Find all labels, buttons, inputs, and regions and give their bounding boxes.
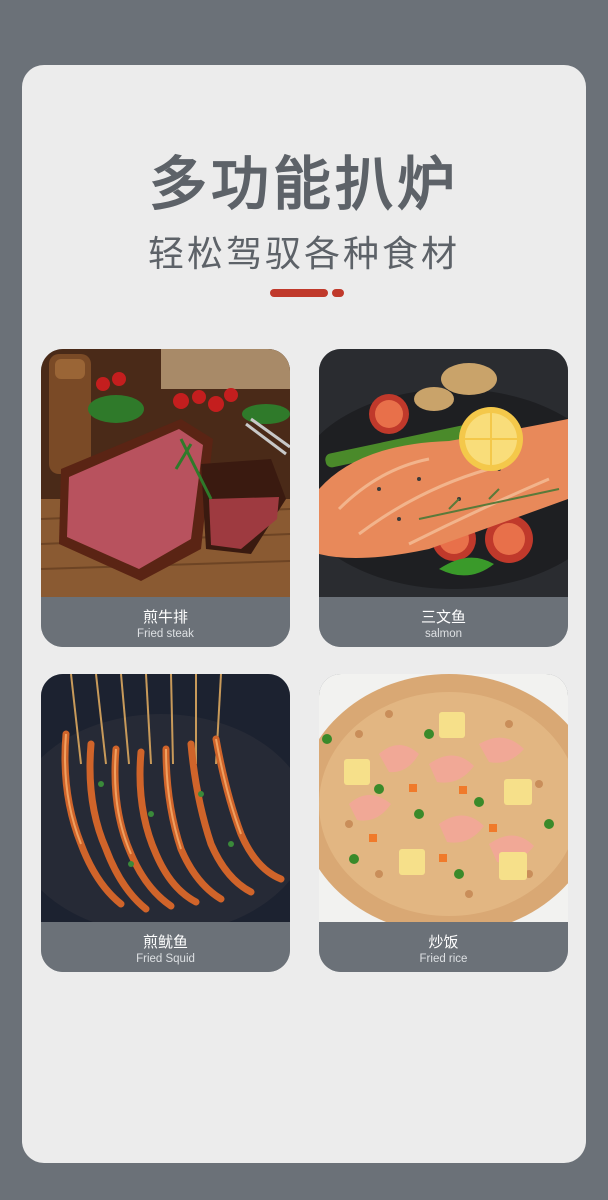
food-name-en: Fried rice [419, 953, 468, 965]
page-subtitle: 轻松驾驭各种食材 [147, 234, 460, 275]
divider-bar-short [332, 289, 344, 297]
food-name-en: Fried Squid [136, 953, 195, 965]
food-name-en: Fried steak [137, 628, 194, 640]
food-name-zh: 三文鱼 [420, 608, 466, 626]
steak-photo [41, 349, 290, 597]
food-card-salmon[interactable]: 三文鱼 salmon [319, 349, 568, 647]
food-card-squid[interactable]: 煎鱿鱼 Fried Squid [41, 674, 290, 972]
food-name-en: salmon [424, 628, 463, 640]
food-name-zh: 煎鱿鱼 [142, 933, 188, 951]
fried-rice-photo [319, 674, 568, 922]
squid-skewers-photo [41, 674, 290, 922]
food-name-zh: 炒饭 [428, 933, 459, 951]
title-divider [270, 289, 344, 297]
food-caption: 煎牛排 Fried steak [41, 597, 290, 647]
salmon-photo [319, 349, 568, 597]
food-caption: 三文鱼 salmon [319, 597, 568, 647]
food-card-steak[interactable]: 煎牛排 Fried steak [41, 349, 290, 647]
divider-bar-long [270, 289, 328, 297]
content-panel: 多功能扒炉 轻松驾驭各种食材 煎牛排 Fried steak 三文鱼 salmo… [22, 65, 586, 1163]
food-name-zh: 煎牛排 [142, 608, 188, 626]
food-caption: 炒饭 Fried rice [319, 922, 568, 972]
food-card-fried-rice[interactable]: 炒饭 Fried rice [319, 674, 568, 972]
food-caption: 煎鱿鱼 Fried Squid [41, 922, 290, 972]
page-title: 多功能扒炉 [148, 150, 459, 218]
